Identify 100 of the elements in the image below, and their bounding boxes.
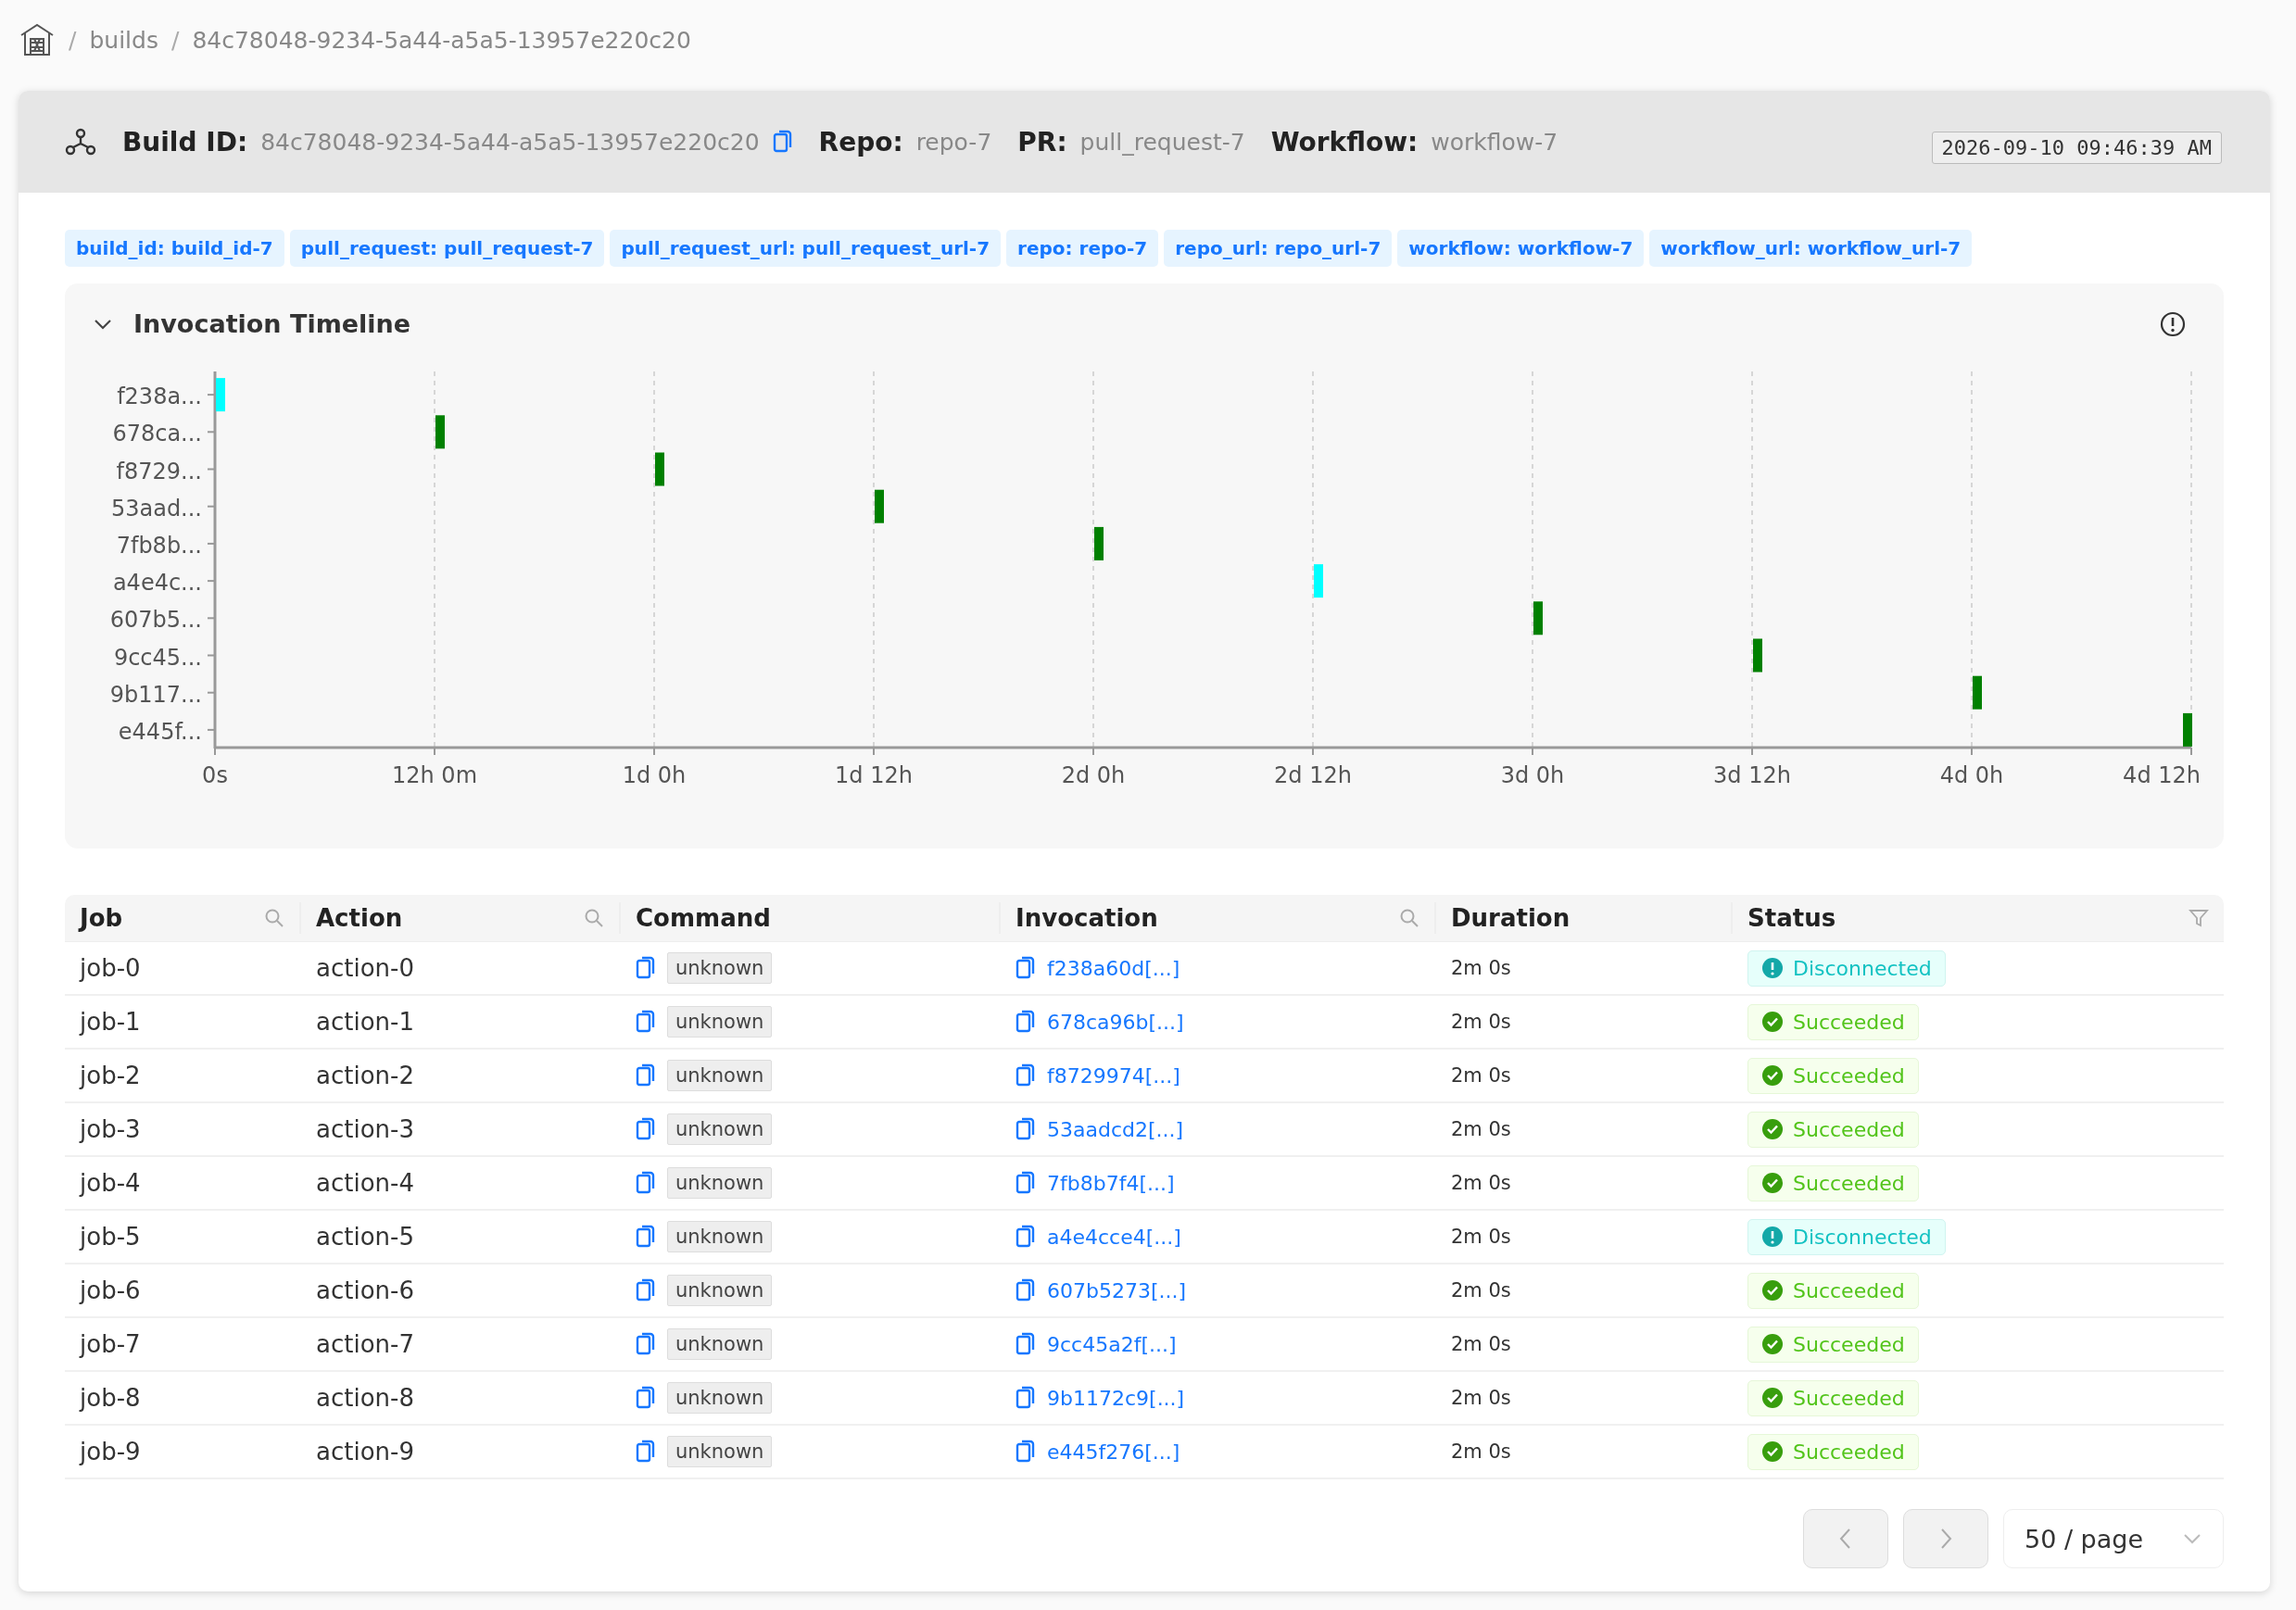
tag: repo: repo-7 xyxy=(1006,230,1159,267)
command-code: unknown xyxy=(667,952,773,984)
search-icon[interactable] xyxy=(264,908,284,928)
status-label: Disconnected xyxy=(1793,956,1932,980)
copy-icon[interactable] xyxy=(636,1171,656,1195)
copy-icon[interactable] xyxy=(636,1386,656,1410)
x-axis-label: 1d 0h xyxy=(622,762,687,788)
y-axis-label: 7fb8b... xyxy=(116,532,202,559)
copy-icon[interactable] xyxy=(1016,1171,1036,1195)
table-cell: action-7 xyxy=(316,1330,414,1358)
invocation-link[interactable]: e445f276[...] xyxy=(1047,1440,1180,1464)
invocation-link[interactable]: 9cc45a2f[...] xyxy=(1047,1332,1177,1356)
y-axis-label: e445f... xyxy=(118,718,202,745)
table-cell: action-2 xyxy=(316,1062,414,1089)
table-cell: action-3 xyxy=(316,1115,414,1143)
table-cell: 2m 0s xyxy=(1451,1333,1511,1355)
copy-icon[interactable] xyxy=(772,130,793,154)
invocation-link[interactable]: 7fb8b7f4[...] xyxy=(1047,1171,1175,1195)
search-icon[interactable] xyxy=(584,908,604,928)
tag: pull_request: pull_request-7 xyxy=(289,230,605,267)
y-axis-label: 9cc45... xyxy=(113,644,202,671)
field-label: Workflow: xyxy=(1270,126,1419,157)
timeline-bar[interactable] xyxy=(1533,601,1543,635)
copy-icon[interactable] xyxy=(1016,1010,1036,1034)
x-axis-label: 12h 0m xyxy=(392,762,477,788)
copy-icon[interactable] xyxy=(636,956,656,980)
copy-icon[interactable] xyxy=(1016,1225,1036,1249)
table-cell: action-5 xyxy=(316,1223,414,1251)
y-axis-label: 678ca... xyxy=(112,421,202,447)
copy-icon[interactable] xyxy=(636,1063,656,1088)
invocation-link[interactable]: a4e4cce4[...] xyxy=(1047,1225,1181,1249)
y-axis-label: f238a... xyxy=(117,384,202,410)
column-title: Command xyxy=(636,904,771,932)
breadcrumb-item[interactable]: builds xyxy=(89,26,158,54)
x-axis-label: 3d 12h xyxy=(1713,762,1791,788)
copy-icon[interactable] xyxy=(636,1278,656,1302)
field-label: Build ID: xyxy=(122,126,248,157)
y-axis-label: 607b5... xyxy=(109,607,202,634)
x-axis-label: 2d 0h xyxy=(1061,762,1126,788)
field-value: workflow-7 xyxy=(1431,128,1558,156)
page-size-select[interactable]: 50 / page xyxy=(2003,1509,2224,1568)
search-icon[interactable] xyxy=(1399,908,1419,928)
copy-icon[interactable] xyxy=(1016,1386,1036,1410)
table-cell: 2m 0s xyxy=(1451,1064,1511,1087)
column-title: Status xyxy=(1747,904,1836,932)
copy-icon[interactable] xyxy=(1016,1440,1036,1464)
command-code: unknown xyxy=(667,1113,773,1145)
exclamation-icon xyxy=(1761,1226,1784,1248)
status-label: Succeeded xyxy=(1793,1117,1905,1141)
table-cell: job-6 xyxy=(80,1277,141,1304)
y-axis-label: f8729... xyxy=(116,458,202,484)
copy-icon[interactable] xyxy=(636,1117,656,1141)
invocation-link[interactable]: 53aadcd2[...] xyxy=(1047,1117,1184,1141)
network-icon xyxy=(65,127,96,157)
copy-icon[interactable] xyxy=(1016,1117,1036,1141)
timeline-bar[interactable] xyxy=(1973,675,1982,710)
status-label: Succeeded xyxy=(1793,1063,1905,1088)
field-label: PR: xyxy=(1017,126,1067,157)
info-icon[interactable] xyxy=(2159,309,2187,338)
copy-icon[interactable] xyxy=(1016,1278,1036,1302)
timeline-bar[interactable] xyxy=(1753,638,1762,673)
invocation-link[interactable]: f238a60d[...] xyxy=(1047,956,1180,980)
status-label: Succeeded xyxy=(1793,1278,1905,1302)
field-label: Repo: xyxy=(818,126,903,157)
table-cell: job-8 xyxy=(80,1384,141,1412)
check-icon xyxy=(1761,1333,1784,1355)
copy-icon[interactable] xyxy=(1016,1063,1036,1088)
exclamation-icon xyxy=(1761,957,1784,979)
check-icon xyxy=(1761,1011,1784,1033)
status-label: Succeeded xyxy=(1793,1010,1905,1034)
copy-icon[interactable] xyxy=(636,1225,656,1249)
table-cell: job-9 xyxy=(80,1438,141,1465)
table-cell: job-1 xyxy=(80,1008,141,1036)
tag: workflow: workflow-7 xyxy=(1397,230,1645,267)
command-code: unknown xyxy=(667,1167,773,1199)
check-icon xyxy=(1761,1118,1784,1140)
column-title: Duration xyxy=(1451,904,1571,932)
home-icon[interactable] xyxy=(19,22,56,57)
copy-icon[interactable] xyxy=(636,1332,656,1356)
timeline-bar[interactable] xyxy=(1094,526,1104,560)
breadcrumb-separator: / xyxy=(170,26,180,54)
timeline-bar[interactable] xyxy=(655,452,664,486)
timeline-bar[interactable] xyxy=(435,415,445,449)
invocation-link[interactable]: 9b1172c9[...] xyxy=(1047,1386,1185,1410)
copy-icon[interactable] xyxy=(636,1010,656,1034)
timeline-bar[interactable] xyxy=(875,489,884,523)
copy-icon[interactable] xyxy=(636,1440,656,1464)
filter-icon[interactable] xyxy=(2189,908,2209,928)
invocation-link[interactable]: 678ca96b[...] xyxy=(1047,1010,1184,1034)
invocation-link[interactable]: 607b5273[...] xyxy=(1047,1278,1187,1302)
table-cell: action-0 xyxy=(316,954,414,982)
copy-icon[interactable] xyxy=(1016,1332,1036,1356)
copy-icon[interactable] xyxy=(1016,956,1036,980)
timeline-bar[interactable] xyxy=(2183,712,2192,747)
tag: workflow_url: workflow_url-7 xyxy=(1649,230,1973,267)
command-code: unknown xyxy=(667,1328,773,1360)
column-title: Invocation xyxy=(1016,904,1158,932)
command-code: unknown xyxy=(667,1060,773,1091)
status-label: Disconnected xyxy=(1793,1225,1932,1249)
invocation-link[interactable]: f8729974[...] xyxy=(1047,1063,1180,1088)
